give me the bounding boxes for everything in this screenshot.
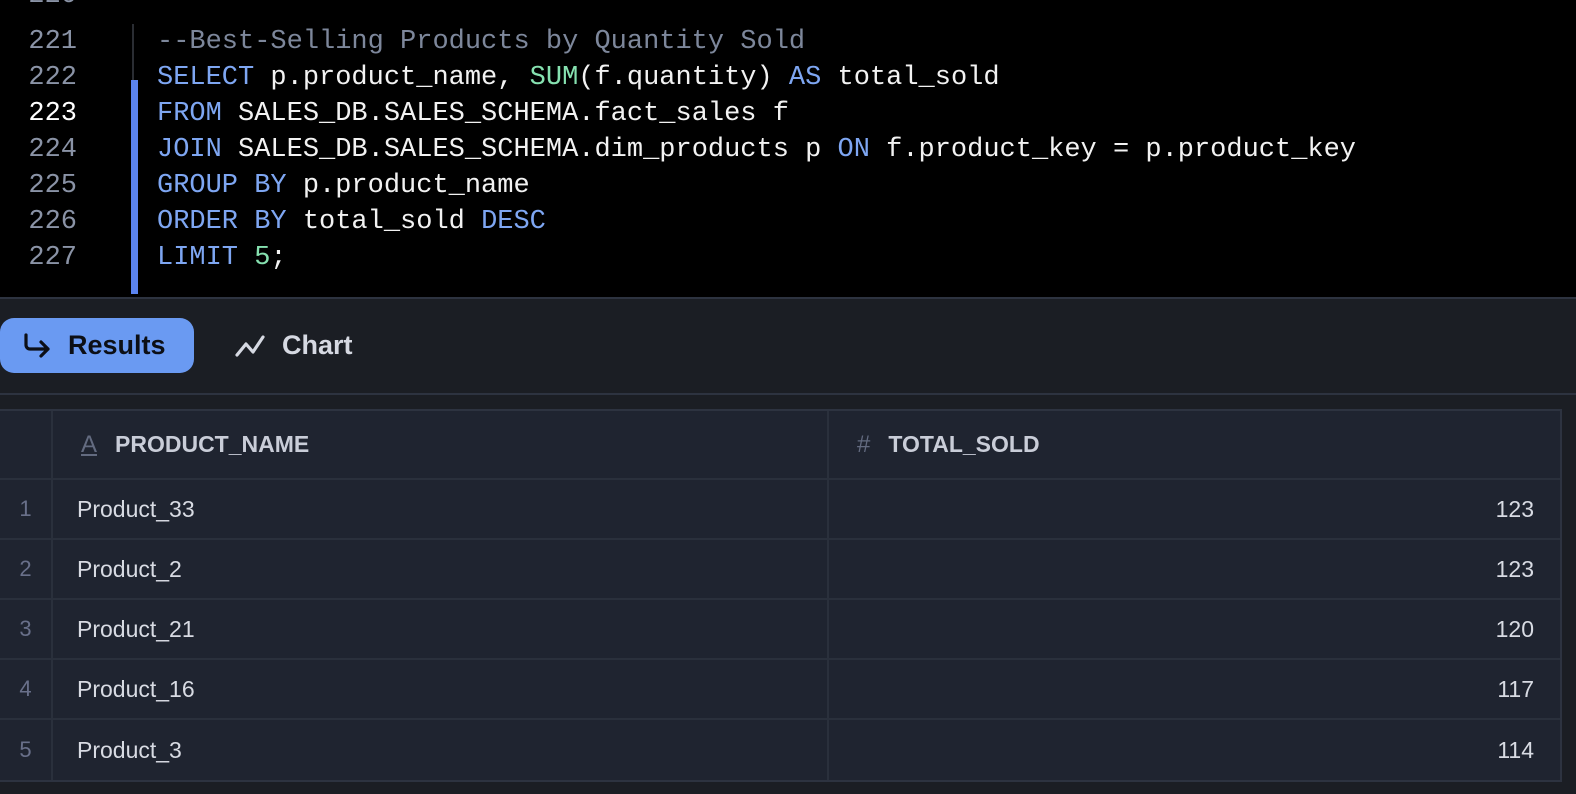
- line-number: 220: [0, 0, 77, 14]
- results-table: A PRODUCT_NAME # TOTAL_SOLD 1 Product_33 123…: [0, 409, 1562, 782]
- column-header-label: PRODUCT_NAME: [115, 431, 310, 457]
- tab-chart-label: Chart: [282, 330, 353, 360]
- sql-token: p.product_name,: [254, 63, 530, 93]
- sql-keyword: SELECT: [157, 63, 255, 93]
- table-row[interactable]: 2 Product_2 123: [0, 540, 1560, 600]
- tab-results[interactable]: Results: [0, 318, 194, 373]
- sql-comment: --Best-Selling Products by Quantity Sold: [157, 27, 806, 57]
- cell-product-name[interactable]: Product_3: [53, 720, 829, 780]
- sql-token: 5: [254, 243, 271, 273]
- line-number: 223: [28, 99, 77, 129]
- sql-token: SALES_DB.SALES_SCHEMA.fact_sales f: [221, 99, 789, 129]
- table-header: A PRODUCT_NAME # TOTAL_SOLD: [0, 411, 1560, 480]
- table-row[interactable]: 1 Product_33 123: [0, 480, 1560, 540]
- sql-token: total_sold: [286, 207, 482, 237]
- cell-total-sold[interactable]: 117: [829, 660, 1560, 718]
- cell-total-sold[interactable]: 123: [829, 480, 1560, 538]
- row-index-header: [0, 411, 53, 478]
- table-row[interactable]: 3 Product_21 120: [0, 600, 1560, 660]
- number-type-icon: #: [857, 430, 871, 458]
- cell-product-name[interactable]: Product_16: [53, 660, 829, 718]
- code-line[interactable]: SELECT p.product_name, SUM(f.quantity) A…: [157, 60, 1000, 96]
- row-index: 5: [0, 720, 53, 780]
- row-index: 4: [0, 660, 53, 718]
- sql-token: total_sold: [821, 63, 1000, 93]
- sql-editor[interactable]: 220 221 --Best-Selling Products by Quantit…: [0, 0, 1576, 297]
- gutter-line: [132, 24, 134, 80]
- sql-keyword: LIMIT: [157, 243, 239, 273]
- sql-token: f.product_key = p.product_key: [869, 135, 1357, 165]
- text-type-icon: A: [81, 430, 98, 458]
- sql-keyword: DESC: [481, 207, 546, 237]
- line-number: 222: [28, 63, 77, 93]
- sql-token: (f.quantity): [578, 63, 789, 93]
- sql-keyword: ON: [837, 135, 870, 165]
- line-number: 226: [28, 207, 77, 237]
- row-index: 1: [0, 480, 53, 538]
- column-header-label: TOTAL_SOLD: [888, 431, 1040, 457]
- code-line[interactable]: LIMIT 5;: [157, 240, 287, 276]
- divider: [0, 393, 1576, 395]
- row-index: 3: [0, 600, 53, 658]
- cell-total-sold[interactable]: 123: [829, 540, 1560, 598]
- result-tabs: Results Chart: [0, 299, 1576, 393]
- row-index: 2: [0, 540, 53, 598]
- sql-keyword: GROUP BY: [157, 171, 287, 201]
- cell-total-sold[interactable]: 120: [829, 600, 1560, 658]
- code-line[interactable]: --Best-Selling Products by Quantity Sold: [157, 24, 805, 60]
- sql-token: SALES_DB.SALES_SCHEMA.dim_products p: [221, 135, 838, 165]
- column-header-product-name[interactable]: A PRODUCT_NAME: [53, 411, 829, 478]
- table-row[interactable]: 4 Product_16 117: [0, 660, 1560, 720]
- cell-product-name[interactable]: Product_2: [53, 540, 829, 598]
- sql-token: p.product_name: [286, 171, 530, 201]
- cell-product-name[interactable]: Product_33: [53, 480, 829, 538]
- line-number: 221: [28, 27, 77, 57]
- selection-indicator: [131, 80, 138, 294]
- column-header-total-sold[interactable]: # TOTAL_SOLD: [829, 411, 1560, 478]
- line-number: 224: [28, 135, 77, 165]
- code-line[interactable]: FROM SALES_DB.SALES_SCHEMA.fact_sales f: [157, 96, 789, 132]
- code-line[interactable]: JOIN SALES_DB.SALES_SCHEMA.dim_products …: [157, 132, 1356, 168]
- tab-results-label: Results: [68, 330, 166, 360]
- sql-token: SUM: [529, 63, 579, 93]
- return-arrow-icon: [24, 332, 50, 358]
- sql-keyword: JOIN: [157, 135, 222, 165]
- code-line[interactable]: ORDER BY total_sold DESC: [157, 204, 546, 240]
- sql-keyword: FROM: [157, 99, 222, 129]
- line-number: 225: [28, 171, 77, 201]
- cell-product-name[interactable]: Product_21: [53, 600, 829, 658]
- table-row[interactable]: 5 Product_3 114: [0, 720, 1560, 780]
- line-number: 227: [28, 243, 77, 273]
- line-chart-icon: [235, 334, 265, 357]
- cell-total-sold[interactable]: 114: [829, 720, 1560, 780]
- tab-chart[interactable]: Chart: [234, 318, 353, 373]
- sql-token: ;: [270, 243, 287, 273]
- sql-keyword: ORDER BY: [157, 207, 287, 237]
- sql-keyword: AS: [788, 63, 822, 93]
- code-line[interactable]: GROUP BY p.product_name: [157, 168, 530, 204]
